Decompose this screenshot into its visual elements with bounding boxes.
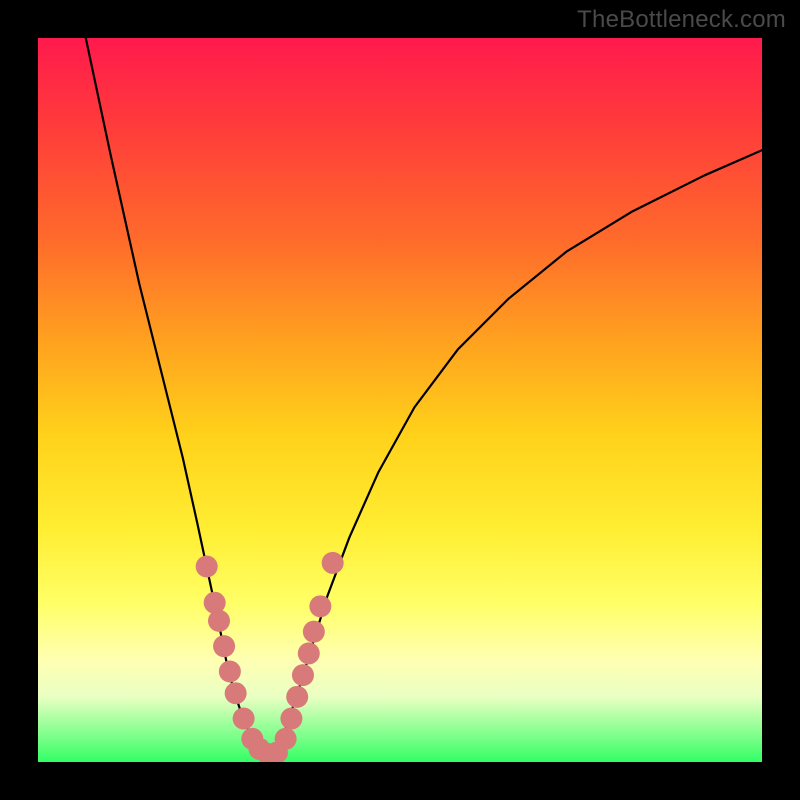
data-point (280, 708, 302, 730)
data-point (233, 708, 255, 730)
plot-area (38, 38, 762, 762)
marker-layer (196, 552, 344, 762)
data-point (219, 661, 241, 683)
data-point (225, 682, 247, 704)
data-point (213, 635, 235, 657)
data-point (292, 664, 314, 686)
data-point (322, 552, 344, 574)
chart-frame: TheBottleneck.com (0, 0, 800, 800)
plot-svg (38, 38, 762, 762)
data-point (196, 556, 218, 578)
curve-right-curve (268, 150, 762, 754)
data-point (286, 686, 308, 708)
watermark-text: TheBottleneck.com (577, 6, 786, 34)
data-point (309, 595, 331, 617)
data-point (208, 610, 230, 632)
data-point (275, 728, 297, 750)
data-point (303, 621, 325, 643)
curve-left-curve (86, 38, 268, 754)
curve-layer (86, 38, 762, 754)
data-point (298, 642, 320, 664)
